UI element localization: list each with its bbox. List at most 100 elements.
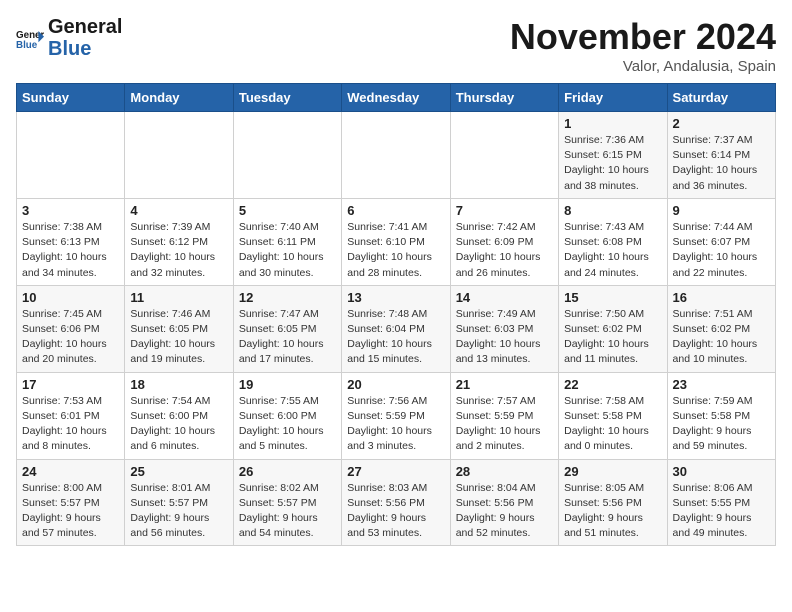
day-number: 10 — [22, 290, 119, 305]
day-info: Sunrise: 8:00 AM Sunset: 5:57 PM Dayligh… — [22, 481, 119, 542]
day-number: 22 — [564, 377, 661, 392]
day-number: 24 — [22, 464, 119, 479]
day-info: Sunrise: 8:03 AM Sunset: 5:56 PM Dayligh… — [347, 481, 444, 542]
day-info: Sunrise: 7:48 AM Sunset: 6:04 PM Dayligh… — [347, 307, 444, 368]
calendar-cell — [17, 112, 125, 199]
day-info: Sunrise: 8:04 AM Sunset: 5:56 PM Dayligh… — [456, 481, 553, 542]
calendar-cell — [342, 112, 450, 199]
day-info: Sunrise: 7:43 AM Sunset: 6:08 PM Dayligh… — [564, 220, 661, 281]
calendar-cell: 24 Sunrise: 8:00 AM Sunset: 5:57 PM Dayli… — [17, 459, 125, 546]
calendar-cell: 8 Sunrise: 7:43 AM Sunset: 6:08 PM Daylig… — [559, 198, 667, 285]
day-number: 3 — [22, 203, 119, 218]
svg-text:Blue: Blue — [16, 40, 38, 51]
calendar-cell: 28 Sunrise: 8:04 AM Sunset: 5:56 PM Dayli… — [450, 459, 558, 546]
day-number: 19 — [239, 377, 336, 392]
day-number: 26 — [239, 464, 336, 479]
page-header: General Blue General Blue November 2024 … — [16, 16, 776, 75]
day-number: 13 — [347, 290, 444, 305]
day-number: 4 — [130, 203, 227, 218]
month-title: November 2024 — [510, 16, 776, 58]
calendar-cell: 17Sunrise: 7:53 AM Sunset: 6:01 PM Dayli… — [17, 372, 125, 459]
day-number: 5 — [239, 203, 336, 218]
day-number: 8 — [564, 203, 661, 218]
day-number: 30 — [673, 464, 770, 479]
day-info: Sunrise: 7:41 AM Sunset: 6:10 PM Dayligh… — [347, 220, 444, 281]
week-row-4: 17Sunrise: 7:53 AM Sunset: 6:01 PM Dayli… — [17, 372, 776, 459]
day-info: Sunrise: 7:49 AM Sunset: 6:03 PM Dayligh… — [456, 307, 553, 368]
calendar-cell: 4 Sunrise: 7:39 AM Sunset: 6:12 PM Daylig… — [125, 198, 233, 285]
day-info: Sunrise: 7:42 AM Sunset: 6:09 PM Dayligh… — [456, 220, 553, 281]
calendar-cell: 9Sunrise: 7:44 AM Sunset: 6:07 PM Daylig… — [667, 198, 775, 285]
day-number: 25 — [130, 464, 227, 479]
location: Valor, Andalusia, Spain — [510, 58, 776, 75]
day-info: Sunrise: 7:47 AM Sunset: 6:05 PM Dayligh… — [239, 307, 336, 368]
calendar-cell: 22 Sunrise: 7:58 AM Sunset: 5:58 PM Dayli… — [559, 372, 667, 459]
day-info: Sunrise: 7:36 AM Sunset: 6:15 PM Dayligh… — [564, 133, 661, 194]
day-info: Sunrise: 7:59 AM Sunset: 5:58 PM Dayligh… — [673, 394, 770, 455]
calendar-cell — [450, 112, 558, 199]
day-info: Sunrise: 7:58 AM Sunset: 5:58 PM Dayligh… — [564, 394, 661, 455]
col-header-saturday: Saturday — [667, 84, 775, 112]
logo-line2: Blue — [48, 38, 122, 60]
calendar-cell: 10 Sunrise: 7:45 AM Sunset: 6:06 PM Dayli… — [17, 285, 125, 372]
day-info: Sunrise: 7:53 AM Sunset: 6:01 PM Dayligh… — [22, 394, 119, 455]
day-info: Sunrise: 8:02 AM Sunset: 5:57 PM Dayligh… — [239, 481, 336, 542]
day-number: 20 — [347, 377, 444, 392]
col-header-wednesday: Wednesday — [342, 84, 450, 112]
calendar-cell: 18 Sunrise: 7:54 AM Sunset: 6:00 PM Dayli… — [125, 372, 233, 459]
day-info: Sunrise: 8:01 AM Sunset: 5:57 PM Dayligh… — [130, 481, 227, 542]
day-info: Sunrise: 7:40 AM Sunset: 6:11 PM Dayligh… — [239, 220, 336, 281]
day-info: Sunrise: 7:51 AM Sunset: 6:02 PM Dayligh… — [673, 307, 770, 368]
calendar-cell — [125, 112, 233, 199]
calendar-cell: 6 Sunrise: 7:41 AM Sunset: 6:10 PM Daylig… — [342, 198, 450, 285]
day-number: 15 — [564, 290, 661, 305]
calendar-cell: 16 Sunrise: 7:51 AM Sunset: 6:02 PM Dayli… — [667, 285, 775, 372]
calendar-cell: 29Sunrise: 8:05 AM Sunset: 5:56 PM Dayli… — [559, 459, 667, 546]
day-number: 6 — [347, 203, 444, 218]
calendar-cell: 21 Sunrise: 7:57 AM Sunset: 5:59 PM Dayli… — [450, 372, 558, 459]
day-info: Sunrise: 7:38 AM Sunset: 6:13 PM Dayligh… — [22, 220, 119, 281]
day-number: 14 — [456, 290, 553, 305]
day-info: Sunrise: 7:44 AM Sunset: 6:07 PM Dayligh… — [673, 220, 770, 281]
calendar-table: SundayMondayTuesdayWednesdayThursdayFrid… — [16, 83, 776, 546]
day-info: Sunrise: 7:45 AM Sunset: 6:06 PM Dayligh… — [22, 307, 119, 368]
logo-icon: General Blue — [16, 24, 44, 52]
day-info: Sunrise: 7:39 AM Sunset: 6:12 PM Dayligh… — [130, 220, 227, 281]
day-number: 12 — [239, 290, 336, 305]
day-info: Sunrise: 7:55 AM Sunset: 6:00 PM Dayligh… — [239, 394, 336, 455]
calendar-cell: 20 Sunrise: 7:56 AM Sunset: 5:59 PM Dayli… — [342, 372, 450, 459]
day-info: Sunrise: 7:50 AM Sunset: 6:02 PM Dayligh… — [564, 307, 661, 368]
week-row-1: 1Sunrise: 7:36 AM Sunset: 6:15 PM Daylig… — [17, 112, 776, 199]
col-header-sunday: Sunday — [17, 84, 125, 112]
calendar-cell: 12 Sunrise: 7:47 AM Sunset: 6:05 PM Dayli… — [233, 285, 341, 372]
title-block: November 2024 Valor, Andalusia, Spain — [510, 16, 776, 75]
day-number: 2 — [673, 116, 770, 131]
calendar-cell: 26 Sunrise: 8:02 AM Sunset: 5:57 PM Dayli… — [233, 459, 341, 546]
day-info: Sunrise: 7:56 AM Sunset: 5:59 PM Dayligh… — [347, 394, 444, 455]
day-number: 28 — [456, 464, 553, 479]
calendar-cell: 11Sunrise: 7:46 AM Sunset: 6:05 PM Dayli… — [125, 285, 233, 372]
day-info: Sunrise: 7:57 AM Sunset: 5:59 PM Dayligh… — [456, 394, 553, 455]
week-row-3: 10 Sunrise: 7:45 AM Sunset: 6:06 PM Dayli… — [17, 285, 776, 372]
col-header-thursday: Thursday — [450, 84, 558, 112]
day-number: 18 — [130, 377, 227, 392]
calendar-cell: 13 Sunrise: 7:48 AM Sunset: 6:04 PM Dayli… — [342, 285, 450, 372]
calendar-cell: 1Sunrise: 7:36 AM Sunset: 6:15 PM Daylig… — [559, 112, 667, 199]
week-row-2: 3 Sunrise: 7:38 AM Sunset: 6:13 PM Daylig… — [17, 198, 776, 285]
calendar-cell — [233, 112, 341, 199]
logo-line1: General — [48, 16, 122, 38]
day-info: Sunrise: 7:37 AM Sunset: 6:14 PM Dayligh… — [673, 133, 770, 194]
day-info: Sunrise: 7:54 AM Sunset: 6:00 PM Dayligh… — [130, 394, 227, 455]
calendar-cell: 5 Sunrise: 7:40 AM Sunset: 6:11 PM Daylig… — [233, 198, 341, 285]
day-number: 21 — [456, 377, 553, 392]
col-header-friday: Friday — [559, 84, 667, 112]
day-number: 16 — [673, 290, 770, 305]
day-number: 23 — [673, 377, 770, 392]
calendar-cell: 30Sunrise: 8:06 AM Sunset: 5:55 PM Dayli… — [667, 459, 775, 546]
day-number: 29 — [564, 464, 661, 479]
calendar-cell: 15 Sunrise: 7:50 AM Sunset: 6:02 PM Dayli… — [559, 285, 667, 372]
logo: General Blue General Blue — [16, 16, 122, 60]
calendar-cell: 23 Sunrise: 7:59 AM Sunset: 5:58 PM Dayli… — [667, 372, 775, 459]
calendar-cell: 27Sunrise: 8:03 AM Sunset: 5:56 PM Dayli… — [342, 459, 450, 546]
day-number: 11 — [130, 290, 227, 305]
